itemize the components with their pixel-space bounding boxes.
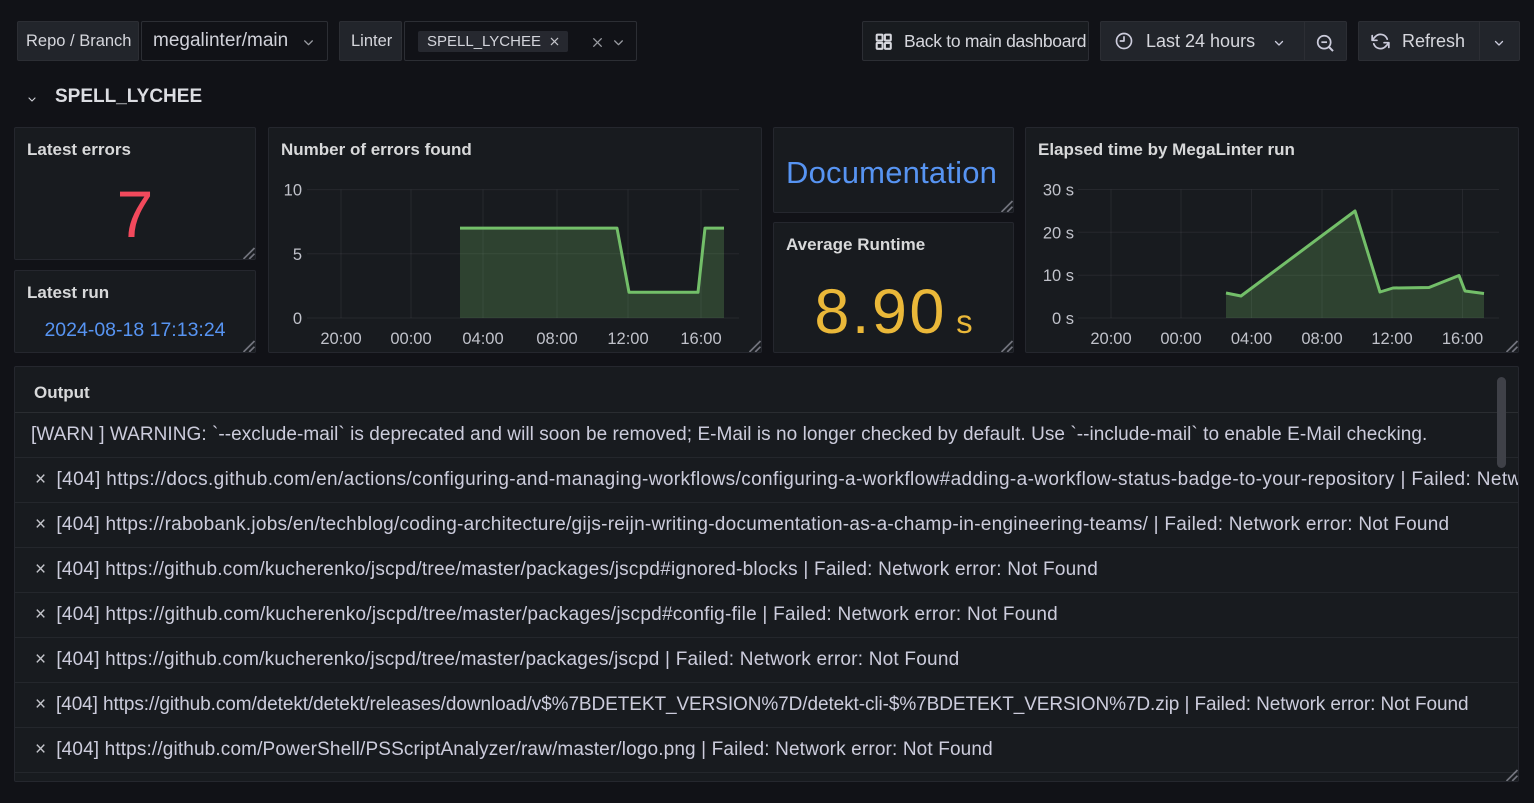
svg-text:08:00: 08:00 <box>536 330 577 348</box>
svg-text:00:00: 00:00 <box>1160 330 1201 348</box>
svg-text:16:00: 16:00 <box>1442 330 1483 348</box>
svg-text:5: 5 <box>293 246 302 264</box>
svg-text:20:00: 20:00 <box>320 330 361 348</box>
svg-text:04:00: 04:00 <box>462 330 503 348</box>
svg-text:12:00: 12:00 <box>1371 330 1412 348</box>
svg-text:00:00: 00:00 <box>390 330 431 348</box>
svg-text:0 s: 0 s <box>1052 310 1074 328</box>
svg-text:20 s: 20 s <box>1043 224 1074 242</box>
svg-text:0: 0 <box>293 310 302 328</box>
svg-text:20:00: 20:00 <box>1090 330 1131 348</box>
svg-text:04:00: 04:00 <box>1231 330 1272 348</box>
svg-text:12:00: 12:00 <box>607 330 648 348</box>
svg-text:10 s: 10 s <box>1043 267 1074 285</box>
svg-text:10: 10 <box>284 182 302 200</box>
svg-text:30 s: 30 s <box>1043 182 1074 200</box>
svg-text:08:00: 08:00 <box>1301 330 1342 348</box>
svg-text:16:00: 16:00 <box>680 330 721 348</box>
